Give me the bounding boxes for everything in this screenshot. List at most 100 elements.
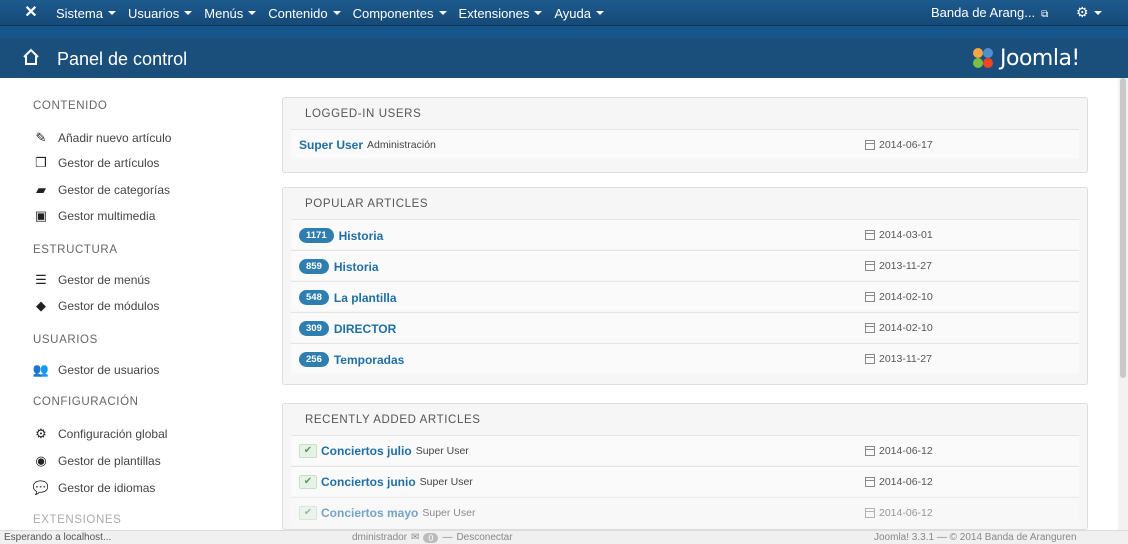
- article-link[interactable]: DIRECTOR: [334, 322, 396, 336]
- table-row: Super User Administración 2014-06-17: [291, 129, 1079, 159]
- published-check-icon[interactable]: ✔: [299, 506, 317, 520]
- date-text: 2013-11-27: [879, 260, 932, 272]
- external-link-icon: ⧉: [1041, 9, 1049, 20]
- date-text: 2014-06-12: [879, 445, 933, 457]
- footer-user-label[interactable]: dministrador: [352, 532, 407, 543]
- article-link[interactable]: Conciertos julio: [321, 444, 412, 458]
- footer-copyright: Joomla! 3.3.1 — © 2014 Banda de Arangure…: [874, 532, 1077, 543]
- joomla-logo-icon: [973, 48, 993, 68]
- sidebar-item-media-manager[interactable]: ▣ Gestor multimedia: [33, 206, 156, 226]
- table-row: ✔ Conciertos mayo Super User 2014-06-12: [291, 497, 1079, 527]
- row-date: 2014-06-17: [865, 139, 933, 151]
- users-icon: 👥: [32, 362, 50, 377]
- calendar-icon: [865, 446, 875, 456]
- hits-badge: 548: [299, 290, 329, 305]
- article-link[interactable]: La plantilla: [334, 291, 397, 305]
- sidebar-item-language-manager[interactable]: 💬 Gestor de idiomas: [33, 478, 155, 498]
- menu-extensiones[interactable]: Extensiones: [459, 6, 543, 21]
- browser-status-text: Esperando a localhost...: [4, 532, 112, 543]
- row-content: 256 Temporadas: [299, 352, 404, 367]
- sidebar-section-title: CONTENIDO: [33, 100, 108, 112]
- hits-badge: 256: [299, 352, 329, 367]
- row-date: 2014-03-01: [865, 229, 933, 241]
- panel-title: POPULAR ARTICLES: [305, 198, 429, 210]
- sidebar: CONTENIDO ✎ Añadir nuevo artículo ❐ Gest…: [0, 78, 270, 526]
- list-icon: ☰: [35, 272, 47, 287]
- menu-componentes[interactable]: Componentes: [353, 6, 447, 21]
- article-author: Super User: [422, 507, 476, 519]
- menu-label: Contenido: [268, 5, 328, 21]
- sidebar-item-label: Gestor de idiomas: [58, 481, 156, 495]
- site-link[interactable]: Banda de Arang... ⧉: [931, 5, 1048, 20]
- menu-label: Sistema: [56, 5, 103, 21]
- row-date: 2013-11-27: [865, 353, 932, 365]
- menu-usuarios[interactable]: Usuarios: [127, 5, 193, 21]
- hits-badge: 309: [299, 321, 329, 336]
- menu-menus[interactable]: Menús: [204, 5, 257, 21]
- sidebar-item-add-article[interactable]: ✎ Añadir nuevo artículo: [33, 128, 172, 148]
- scrollbar-thumb[interactable]: [1120, 78, 1126, 378]
- calendar-icon: [865, 477, 875, 487]
- row-content: 548 La plantilla: [299, 290, 397, 305]
- menu-label: Menús: [204, 5, 244, 21]
- sidebar-item-category-manager[interactable]: ▰ Gestor de categorías: [33, 180, 170, 200]
- published-check-icon[interactable]: ✔: [299, 444, 317, 458]
- sidebar-item-menu-manager[interactable]: ☰ Gestor de menús: [33, 270, 150, 290]
- menu-contenido[interactable]: Contenido: [268, 5, 341, 21]
- hits-badge: 1171: [299, 228, 334, 243]
- main-menu: Sistema Usuarios Menús Contenido Compone…: [56, 0, 616, 26]
- folder-icon: ▰: [36, 182, 46, 197]
- menu-label: Extensiones: [458, 5, 530, 21]
- row-content: 309 DIRECTOR: [299, 321, 396, 336]
- article-link[interactable]: Conciertos junio: [321, 475, 416, 489]
- top-navbar: ✕ Sistema Usuarios Menús Contenido Compo…: [0, 0, 1128, 38]
- row-date: 2014-06-12: [865, 507, 933, 519]
- footer-user-info: dministrador ✉ 0 — Desconectar: [352, 532, 513, 543]
- joomla-logo: Joomla!: [970, 44, 1118, 72]
- row-content: ✔ Conciertos julio Super User: [299, 444, 469, 458]
- site-name: Banda de Arang...: [931, 5, 1036, 20]
- table-row: 309 DIRECTOR 2014-02-10: [291, 312, 1079, 342]
- calendar-icon: [865, 354, 875, 364]
- sidebar-item-user-manager[interactable]: 👥 Gestor de usuarios: [33, 360, 159, 380]
- messages-count-badge[interactable]: 0: [423, 532, 439, 543]
- sidebar-item-module-manager[interactable]: ◆ Gestor de módulos: [33, 296, 159, 316]
- row-content: 1171 Historia: [299, 228, 383, 243]
- article-link[interactable]: Historia: [334, 260, 379, 274]
- row-content: 859 Historia: [299, 259, 379, 274]
- eye-icon: ◉: [35, 453, 47, 468]
- article-link[interactable]: Temporadas: [334, 353, 404, 367]
- published-check-icon[interactable]: ✔: [299, 475, 317, 489]
- date-text: 2014-06-12: [879, 507, 933, 519]
- caret-down-icon: [438, 11, 447, 15]
- sidebar-item-template-manager[interactable]: ◉ Gestor de plantillas: [33, 451, 161, 471]
- logout-link[interactable]: Desconectar: [456, 532, 512, 543]
- sidebar-item-label: Gestor de usuarios: [58, 363, 160, 377]
- sidebar-item-article-manager[interactable]: ❐ Gestor de artículos: [33, 153, 159, 173]
- version-link[interactable]: Joomla! 3.3.1: [874, 532, 934, 543]
- article-link[interactable]: Historia: [339, 229, 384, 243]
- article-link[interactable]: Conciertos mayo: [321, 506, 418, 520]
- calendar-icon: [865, 230, 875, 240]
- menu-label: Usuarios: [127, 5, 180, 21]
- calendar-icon: [865, 323, 875, 333]
- sidebar-section-title: USUARIOS: [33, 334, 98, 346]
- sidebar-item-label: Gestor de plantillas: [58, 454, 161, 468]
- date-text: 2014-03-01: [879, 229, 933, 241]
- sidebar-item-global-config[interactable]: ⚙ Configuración global: [33, 424, 167, 444]
- menu-ayuda[interactable]: Ayuda: [554, 6, 604, 21]
- table-row: ✔ Conciertos julio Super User 2014-06-12: [291, 435, 1079, 465]
- user-menu[interactable]: ⚙: [1076, 4, 1102, 21]
- date-text: 2014-06-17: [879, 139, 933, 151]
- cube-icon: ◆: [36, 298, 46, 313]
- menu-sistema[interactable]: Sistema: [56, 6, 116, 21]
- vertical-scrollbar[interactable]: [1118, 78, 1128, 530]
- date-text: 2014-06-12: [879, 476, 933, 488]
- row-content: ✔ Conciertos mayo Super User: [299, 506, 475, 520]
- joomla-brand-text: Joomla!: [1000, 45, 1080, 71]
- joomla-small-icon[interactable]: ✕: [22, 4, 40, 22]
- row-date: 2014-06-12: [865, 445, 933, 457]
- user-link[interactable]: Super User: [299, 138, 363, 152]
- user-area: Administración: [367, 139, 436, 151]
- sidebar-section-title: EXTENSIONES: [33, 514, 122, 526]
